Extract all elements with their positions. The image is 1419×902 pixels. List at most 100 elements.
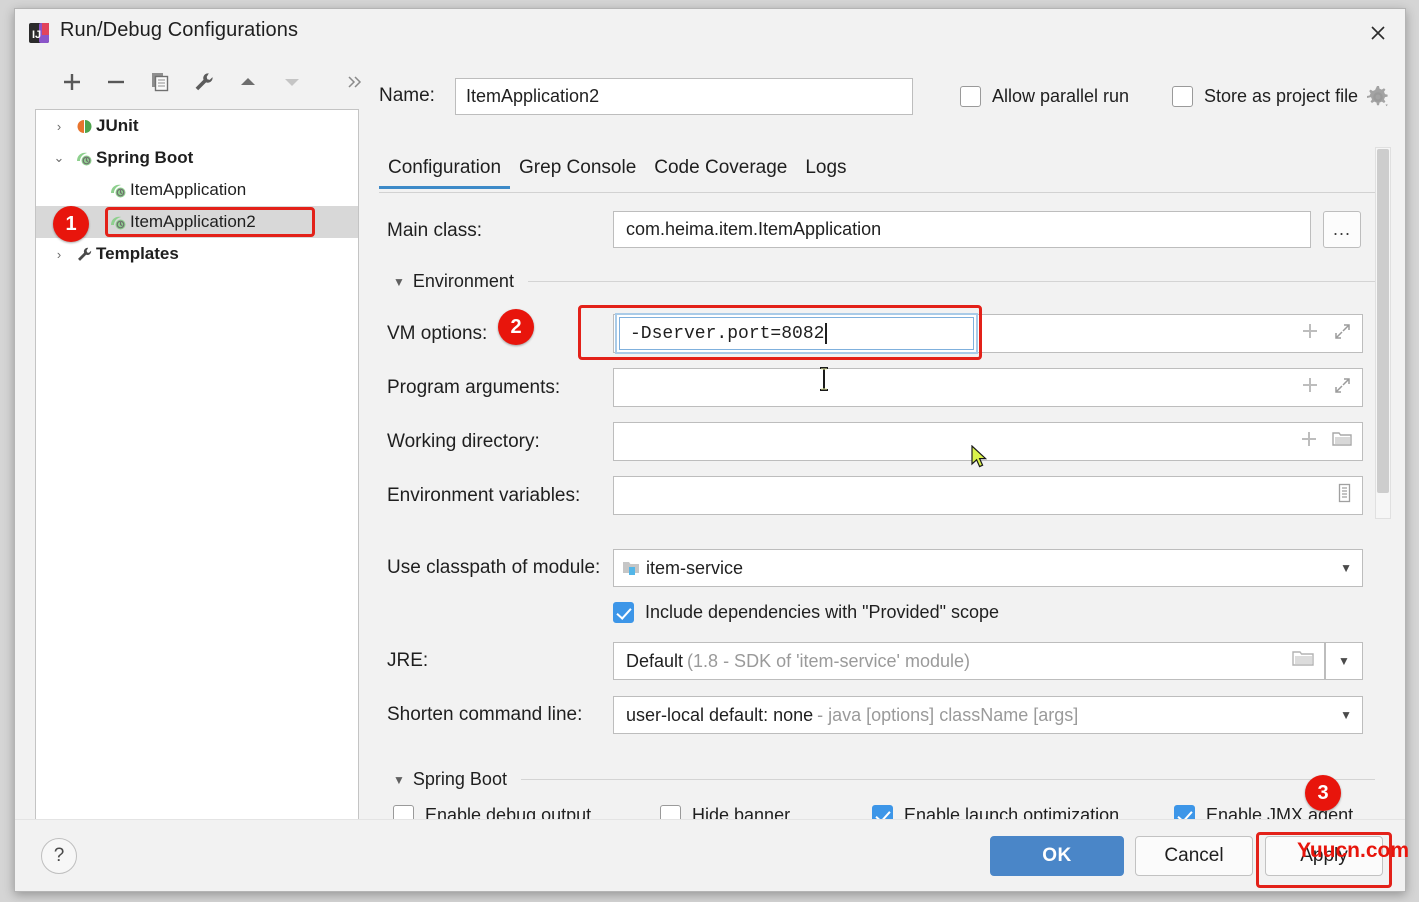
chevron-down-icon[interactable]: ▼ — [1340, 561, 1354, 575]
tab-logs[interactable]: Logs — [796, 157, 855, 188]
ellipsis-label: ... — [1332, 219, 1351, 239]
program-arguments-label: Program arguments: — [387, 377, 561, 398]
use-classpath-dropdown[interactable]: item-service ▼ — [613, 549, 1363, 587]
chevron-down-icon: ▼ — [1338, 654, 1350, 668]
expand-diagonal-icon[interactable] — [1333, 376, 1352, 400]
close-icon[interactable] — [1363, 19, 1393, 47]
jre-dropdown-button[interactable]: ▼ — [1325, 642, 1363, 680]
vm-options-label: VM options: — [387, 323, 488, 344]
plus-icon[interactable] — [1301, 376, 1319, 399]
plus-icon[interactable] — [1301, 322, 1319, 345]
environment-variables-field-icons — [1337, 483, 1354, 508]
tab-grep-console[interactable]: Grep Console — [510, 157, 645, 188]
intellij-idea-icon: IJ — [29, 23, 49, 43]
tree-item-label: ItemApplication2 — [130, 212, 256, 231]
plus-icon[interactable] — [1300, 430, 1318, 453]
dialog-footer: ? OK Cancel Apply — [15, 819, 1405, 891]
include-dependencies-checkbox[interactable]: Include dependencies with "Provided" sco… — [613, 602, 999, 623]
main-class-browse-button[interactable]: ... — [1323, 211, 1361, 248]
scrollbar-thumb[interactable] — [1377, 149, 1389, 493]
annotation-badge-3: 3 — [1305, 775, 1341, 811]
allow-parallel-run-checkbox[interactable]: Allow parallel run — [960, 86, 1129, 107]
main-class-input[interactable]: com.heima.item.ItemApplication — [613, 211, 1311, 248]
jre-value-detail: (1.8 - SDK of 'item-service' module) — [687, 650, 971, 671]
help-button[interactable]: ? — [41, 838, 77, 874]
cancel-label: Cancel — [1164, 845, 1224, 866]
text-caret — [825, 323, 827, 344]
name-label: Name: — [379, 85, 435, 106]
store-as-project-file-checkbox[interactable]: Store as project file — [1172, 86, 1358, 107]
tree-item-spring-boot[interactable]: ⌄ Spring Boot — [36, 142, 358, 174]
vm-options-field-icons — [1301, 322, 1354, 346]
folder-icon[interactable] — [1332, 430, 1352, 453]
environment-section-header[interactable]: ▼ Environment — [393, 271, 1375, 292]
form-scrollbar[interactable] — [1375, 147, 1391, 519]
configurations-toolbar — [37, 65, 367, 107]
gear-icon[interactable] — [1365, 84, 1391, 110]
chevron-down-icon[interactable]: ▼ — [1340, 708, 1354, 722]
main-class-value: com.heima.item.ItemApplication — [626, 219, 882, 239]
more-options-button[interactable] — [337, 65, 371, 99]
shorten-command-line-value: user-local default: none — [626, 704, 814, 725]
shorten-command-line-dropdown[interactable]: user-local default: none - java [options… — [613, 696, 1363, 734]
svg-text:IJ: IJ — [32, 29, 41, 41]
badge-number: 1 — [65, 212, 77, 235]
environment-variables-label: Environment variables: — [387, 485, 581, 506]
chevron-right-icon[interactable]: › — [46, 247, 72, 262]
module-icon — [622, 559, 642, 578]
cancel-button[interactable]: Cancel — [1135, 836, 1253, 876]
allow-parallel-run-label: Allow parallel run — [992, 86, 1130, 106]
tab-label: Grep Console — [519, 157, 637, 178]
program-arguments-field-icons — [1301, 376, 1354, 400]
edit-templates-wrench-icon[interactable] — [187, 65, 221, 99]
spring-boot-section-header[interactable]: ▼ Spring Boot — [393, 769, 1375, 790]
checkbox-box — [613, 602, 634, 623]
tree-item-templates[interactable]: › Templates — [36, 238, 358, 270]
program-arguments-input[interactable] — [613, 368, 1363, 407]
wrench-icon — [72, 246, 96, 263]
include-dependencies-label: Include dependencies with "Provided" sco… — [645, 602, 1000, 622]
spring-boot-icon — [106, 214, 130, 231]
spring-boot-section-label: Spring Boot — [412, 769, 507, 789]
folder-icon[interactable] — [1292, 649, 1314, 673]
use-classpath-label: Use classpath of module: — [387, 557, 601, 578]
section-divider — [527, 281, 1375, 282]
jre-value: Default — [626, 650, 684, 671]
move-down-button[interactable] — [275, 65, 309, 99]
environment-section-label: Environment — [412, 271, 514, 291]
vm-options-value: -Dserver.port=8082 — [630, 323, 825, 344]
tab-label: Configuration — [388, 157, 502, 178]
vm-options-input[interactable]: -Dserver.port=8082 — [619, 317, 974, 350]
tab-label: Code Coverage — [654, 157, 788, 178]
tree-item-label: JUnit — [96, 116, 139, 135]
list-icon[interactable] — [1337, 483, 1352, 508]
tab-label: Logs — [805, 157, 847, 178]
expand-diagonal-icon[interactable] — [1333, 322, 1352, 346]
apply-label: Apply — [1300, 845, 1348, 866]
move-up-button[interactable] — [231, 65, 265, 99]
tree-item-label: Spring Boot — [96, 148, 194, 167]
add-configuration-button[interactable] — [55, 65, 89, 99]
remove-configuration-button[interactable] — [99, 65, 133, 99]
name-input[interactable] — [455, 78, 913, 115]
jre-input[interactable]: Default (1.8 - SDK of 'item-service' mod… — [613, 642, 1325, 680]
tree-item-junit[interactable]: › JUnit — [36, 110, 358, 142]
environment-variables-input[interactable] — [613, 476, 1363, 515]
working-directory-field-icons — [1300, 430, 1354, 453]
copy-configuration-button[interactable] — [143, 65, 177, 99]
chevron-right-icon[interactable]: › — [46, 119, 72, 134]
apply-button[interactable]: Apply — [1265, 836, 1383, 876]
help-label: ? — [53, 845, 65, 866]
working-directory-input[interactable] — [613, 422, 1363, 461]
tab-code-coverage[interactable]: Code Coverage — [645, 157, 796, 188]
shorten-command-line-detail: - java [options] className [args] — [817, 704, 1079, 725]
junit-icon — [72, 118, 96, 135]
triangle-down-icon: ▼ — [393, 274, 405, 289]
spring-boot-icon — [72, 150, 96, 167]
chevron-down-icon[interactable]: ⌄ — [46, 150, 72, 166]
tree-item-label: ItemApplication — [130, 180, 247, 199]
tree-item-itemapplication[interactable]: ItemApplication — [36, 174, 358, 206]
tab-configuration[interactable]: Configuration — [379, 157, 511, 189]
main-class-label: Main class: — [387, 220, 483, 241]
ok-button[interactable]: OK — [990, 836, 1124, 876]
